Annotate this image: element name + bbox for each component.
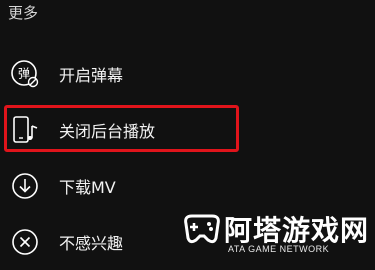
gamepad-logo-icon [184,214,220,244]
watermark-title: 阿塔游戏网 [224,214,370,247]
watermark: 阿塔游戏网 ATA GAME NETWORK [180,206,375,259]
menu-item-label: 开启弹幕 [59,66,124,85]
svg-text:弹: 弹 [18,67,30,81]
watermark-subtitle: ATA GAME NETWORK [228,244,330,254]
menu-item-label: 不感兴趣 [59,234,124,253]
not-interested-icon [12,229,38,255]
sheet-title: 更多 [8,4,39,22]
menu-item-danmaku[interactable]: 弹 开启弹幕 [0,46,375,102]
menu-item-label: 下载MV [59,178,116,197]
danmaku-icon: 弹 [11,60,39,88]
download-icon [12,173,38,199]
highlight-box [4,105,239,152]
